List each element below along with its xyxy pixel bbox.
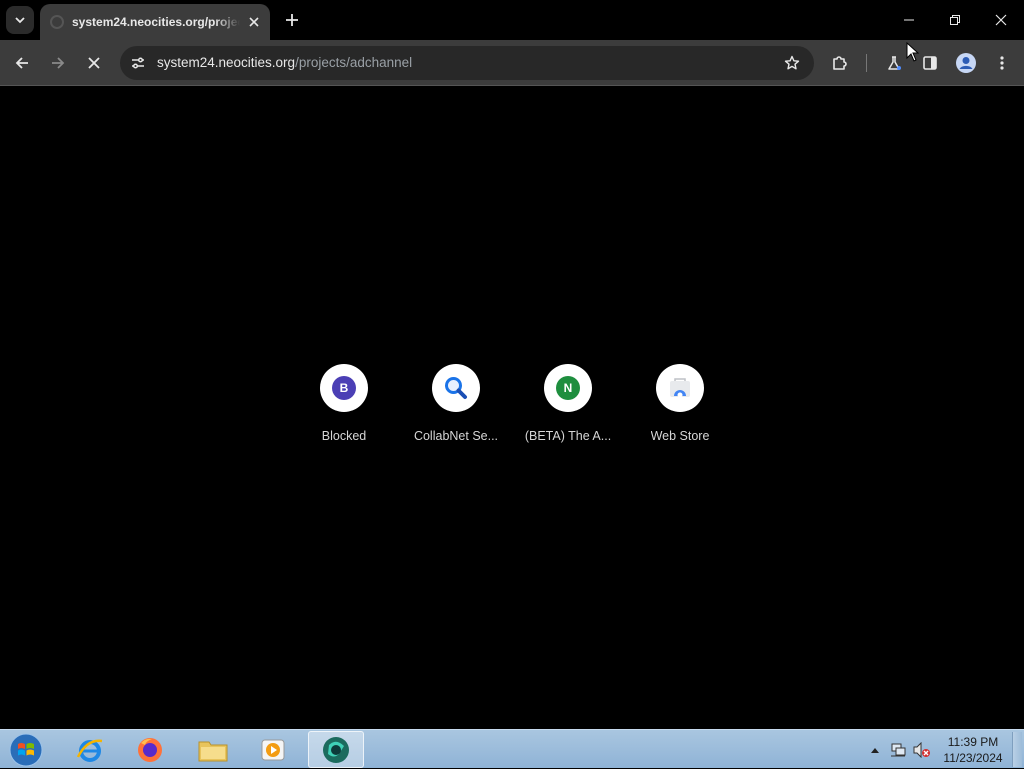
taskbar-media-player[interactable] bbox=[245, 731, 301, 768]
tab-close-button[interactable] bbox=[246, 14, 262, 30]
taskbar-browser[interactable] bbox=[308, 731, 364, 768]
browser-tab[interactable]: system24.neocities.org/projects/adchanne… bbox=[40, 4, 270, 40]
tab-title: system24.neocities.org/projects/adchanne… bbox=[72, 15, 240, 29]
taskbar-ie[interactable] bbox=[62, 731, 118, 768]
tab-strip: system24.neocities.org/projects/adchanne… bbox=[0, 0, 1024, 40]
url-text: system24.neocities.org/projects/adchanne… bbox=[157, 55, 412, 70]
shortcut-label: CollabNet Se... bbox=[413, 429, 499, 443]
caret-up-icon bbox=[871, 747, 879, 753]
side-panel-button[interactable] bbox=[916, 49, 944, 77]
taskbar: 11:39 PM 11/23/2024 bbox=[0, 729, 1024, 768]
shortcut-icon-circle bbox=[432, 364, 480, 412]
stop-button[interactable] bbox=[80, 49, 108, 77]
show-hidden-icons-button[interactable] bbox=[868, 730, 882, 769]
windows-start-icon bbox=[9, 733, 43, 766]
shortcut-icon-circle: N bbox=[544, 364, 592, 412]
shortcut-icon-circle bbox=[656, 364, 704, 412]
profile-icon bbox=[956, 53, 976, 73]
ie-icon bbox=[76, 739, 103, 762]
magnifier-icon bbox=[445, 377, 467, 399]
browser-toolbar: system24.neocities.org/projects/adchanne… bbox=[0, 40, 1024, 86]
kebab-menu-icon bbox=[1000, 56, 1004, 70]
shortcut-tile[interactable]: N (BETA) The A... bbox=[512, 364, 624, 454]
extensions-button[interactable] bbox=[826, 49, 854, 77]
back-button[interactable] bbox=[8, 49, 36, 77]
address-bar[interactable]: system24.neocities.org/projects/adchanne… bbox=[120, 46, 814, 80]
url-host: system24.neocities.org bbox=[157, 55, 296, 70]
tune-icon bbox=[132, 57, 144, 69]
shortcut-tile[interactable]: Web Store bbox=[624, 364, 736, 454]
close-window-button[interactable] bbox=[978, 0, 1024, 40]
star-icon bbox=[784, 55, 800, 70]
forward-button[interactable] bbox=[44, 49, 72, 77]
chevron-down-icon bbox=[15, 17, 25, 24]
stop-icon bbox=[88, 57, 100, 69]
toolbar-separator bbox=[866, 54, 867, 72]
browser-window: system24.neocities.org/projects/adchanne… bbox=[0, 0, 1024, 729]
shortcut-label: Web Store bbox=[650, 429, 710, 443]
shortcut-label: Blocked bbox=[321, 429, 367, 443]
labs-button[interactable] bbox=[880, 49, 908, 77]
minimize-icon bbox=[904, 19, 914, 21]
firefox-icon bbox=[138, 737, 162, 762]
letter-n-icon: N bbox=[556, 376, 580, 400]
new-tab-button[interactable] bbox=[280, 8, 304, 32]
volume-muted-icon bbox=[913, 741, 930, 758]
shortcut-tile[interactable]: B Blocked bbox=[288, 364, 400, 454]
network-tray-button[interactable] bbox=[886, 730, 910, 769]
show-desktop-button[interactable] bbox=[1012, 732, 1022, 767]
site-info-button[interactable] bbox=[128, 53, 148, 73]
url-path: /projects/adchannel bbox=[295, 55, 413, 70]
close-icon bbox=[249, 17, 259, 27]
clock-date: 11/23/2024 bbox=[943, 751, 1003, 765]
profile-button[interactable] bbox=[952, 49, 980, 77]
taskbar-firefox[interactable] bbox=[122, 731, 178, 768]
start-button[interactable] bbox=[7, 732, 45, 767]
menu-button[interactable] bbox=[988, 49, 1016, 77]
minimize-button[interactable] bbox=[886, 0, 932, 40]
web-store-icon bbox=[670, 378, 690, 398]
volume-tray-button[interactable] bbox=[910, 730, 934, 769]
clock-time: 11:39 PM bbox=[947, 735, 999, 749]
side-panel-icon bbox=[923, 56, 937, 70]
shortcut-tile[interactable]: CollabNet Se... bbox=[400, 364, 512, 454]
restore-icon bbox=[950, 15, 960, 25]
bookmark-button[interactable] bbox=[782, 53, 802, 73]
close-icon bbox=[995, 14, 1007, 26]
taskbar-clock[interactable]: 11:39 PM 11/23/2024 bbox=[935, 734, 1011, 766]
network-icon bbox=[891, 743, 906, 756]
flask-icon bbox=[888, 56, 901, 70]
letter-b-icon: B bbox=[332, 376, 356, 400]
shortcut-label: (BETA) The A... bbox=[524, 429, 612, 443]
shortcuts-grid: B Blocked CollabNet Se... N (BETA) The A… bbox=[288, 364, 736, 454]
media-player-icon bbox=[261, 739, 285, 760]
plus-icon bbox=[286, 14, 298, 26]
restore-button[interactable] bbox=[932, 0, 978, 40]
arrow-left-icon bbox=[15, 57, 28, 69]
puzzle-icon bbox=[833, 56, 847, 70]
shortcut-icon-circle: B bbox=[320, 364, 368, 412]
tab-search-button[interactable] bbox=[6, 6, 34, 34]
mouse-cursor-icon bbox=[906, 42, 920, 62]
folder-icon bbox=[198, 741, 228, 761]
taskbar-file-explorer[interactable] bbox=[185, 731, 241, 768]
loading-favicon-icon bbox=[50, 15, 64, 29]
browser-icon bbox=[323, 736, 349, 763]
arrow-right-icon bbox=[52, 57, 65, 69]
